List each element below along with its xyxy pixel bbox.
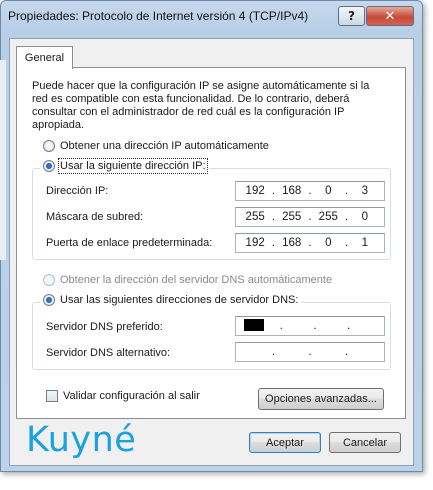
octet-dot: . — [279, 320, 283, 332]
radio-dns-manual-label: Usar las siguientes direcciones de servi… — [60, 294, 299, 306]
octet-dot: . — [271, 211, 276, 223]
octet-dot: . — [308, 185, 312, 197]
advanced-options-button[interactable]: Opciones avanzadas... — [258, 388, 384, 410]
octet-dot: . — [308, 346, 312, 358]
watermark-text: Kuyné — [26, 420, 137, 460]
radio-ip-manual[interactable]: Usar la siguiente dirección IP: — [40, 158, 209, 174]
subnet-mask-input[interactable]: 255. 255. 255. 0 — [235, 207, 385, 227]
octet-dot: . — [308, 211, 312, 223]
radio-dns-manual[interactable]: Usar las siguientes direcciones de servi… — [40, 294, 302, 306]
ok-button[interactable]: Aceptar — [249, 432, 321, 453]
radio-dns-manual-indicator[interactable] — [43, 294, 55, 306]
subnet-octet: 0 — [361, 211, 369, 223]
gateway-input[interactable]: 192. 168. 0. 1 — [235, 233, 385, 253]
radio-ip-manual-indicator[interactable] — [43, 160, 55, 172]
octet-dot: . — [271, 185, 276, 197]
octet-dot: . — [344, 211, 349, 223]
gateway-octet: 1 — [361, 237, 369, 249]
preferred-dns-label: Servidor DNS preferido: — [46, 321, 163, 333]
window-title: Propiedades: Protocolo de Internet versi… — [8, 9, 309, 23]
gateway-label: Puerta de enlace predeterminada: — [46, 237, 213, 249]
ip-address-octet: 192 — [245, 185, 265, 197]
radio-ip-auto-label: Obtener una dirección IP automáticamente — [60, 140, 269, 152]
validate-checkbox-label: Validar configuración al salir — [63, 390, 200, 402]
octet-dot: . — [271, 346, 276, 358]
subnet-mask-label: Máscara de subred: — [46, 211, 144, 223]
tab-general[interactable]: General — [16, 46, 73, 69]
gateway-octet: 168 — [282, 237, 302, 249]
subnet-octet: 255 — [282, 211, 302, 223]
alternate-dns-input[interactable]: . . . — [235, 342, 385, 362]
octet-dot: . — [347, 320, 351, 332]
help-button[interactable]: ? — [338, 6, 365, 26]
radio-ip-auto-indicator[interactable] — [43, 140, 55, 152]
octet-dot: . — [308, 237, 312, 249]
subnet-octet: 255 — [245, 211, 265, 223]
octet-dot: . — [344, 237, 349, 249]
ip-address-octet: 0 — [325, 185, 332, 197]
description-text: Puede hacer que la configuración IP se a… — [32, 80, 370, 131]
validate-checkbox-box[interactable] — [46, 390, 58, 402]
validate-checkbox[interactable]: Validar configuración al salir — [46, 390, 200, 402]
ip-address-octet: 168 — [282, 185, 302, 197]
octet-dot: . — [344, 185, 349, 197]
radio-dns-auto[interactable]: Obtener la dirección del servidor DNS au… — [43, 274, 332, 286]
ip-address-input[interactable]: 192. 168. 0. 3 — [235, 181, 385, 201]
radio-ip-auto[interactable]: Obtener una dirección IP automáticamente — [43, 140, 269, 152]
background-window-strip — [0, 60, 6, 260]
alternate-dns-label: Servidor DNS alternativo: — [46, 347, 171, 359]
gateway-octet: 192 — [245, 237, 265, 249]
radio-ip-manual-label: Usar la siguiente dirección IP: — [58, 158, 208, 174]
preferred-dns-input[interactable]: . . . — [235, 316, 385, 336]
close-icon: ✕ — [384, 8, 396, 24]
ip-address-octet: 3 — [361, 185, 369, 197]
subnet-octet: 255 — [318, 211, 338, 223]
radio-dns-auto-label: Obtener la dirección del servidor DNS au… — [60, 274, 333, 286]
close-button[interactable]: ✕ — [366, 6, 414, 26]
ip-address-label: Dirección IP: — [46, 185, 109, 197]
radio-dns-auto-indicator[interactable] — [43, 274, 55, 286]
text-caret — [244, 318, 274, 334]
octet-dot: . — [271, 237, 276, 249]
cancel-button[interactable]: Cancelar — [329, 432, 401, 453]
octet-dot: . — [344, 346, 349, 358]
gateway-octet: 0 — [325, 237, 332, 249]
octet-dot: . — [313, 320, 317, 332]
